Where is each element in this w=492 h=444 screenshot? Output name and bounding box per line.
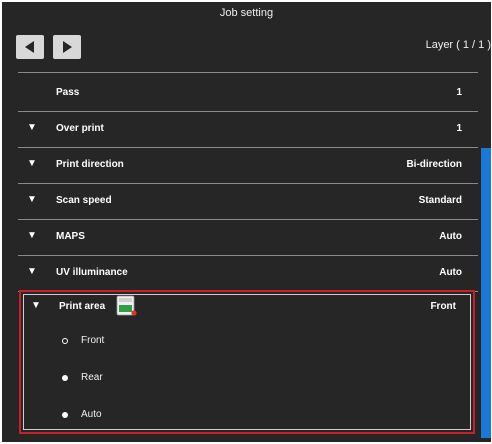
expand-triangle-icon: ▼ bbox=[27, 230, 37, 241]
setting-row-over-print[interactable]: ▼ Over print 1 bbox=[18, 111, 478, 148]
print-area-panel: ▼ Print area Front Front Rear Auto bbox=[23, 294, 471, 430]
setting-row-uv-illuminance[interactable]: ▼ UV illuminance Auto bbox=[18, 255, 478, 292]
option-label: Rear bbox=[81, 372, 103, 383]
option-label: Front bbox=[81, 335, 105, 346]
setting-label: Scan speed bbox=[56, 195, 112, 206]
expand-triangle-icon: ▼ bbox=[27, 266, 37, 277]
expand-triangle-icon: ▼ bbox=[27, 122, 37, 133]
right-arrow-icon bbox=[61, 40, 73, 54]
setting-row-maps[interactable]: ▼ MAPS Auto bbox=[18, 219, 478, 256]
radio-bullet-icon bbox=[62, 412, 68, 418]
setting-value: Auto bbox=[439, 267, 462, 278]
print-area-value: Front bbox=[430, 301, 456, 312]
setting-label: Pass bbox=[56, 87, 80, 98]
print-area-label: Print area bbox=[59, 301, 106, 312]
collapse-triangle-icon: ▼ bbox=[31, 300, 41, 311]
expand-triangle-icon: ▼ bbox=[27, 158, 37, 169]
setting-row-scan-speed[interactable]: ▼ Scan speed Standard bbox=[18, 183, 478, 220]
radio-selected-icon bbox=[62, 338, 68, 344]
radio-bullet-icon bbox=[62, 375, 68, 381]
setting-label: MAPS bbox=[56, 231, 85, 242]
setting-value: Auto bbox=[439, 231, 462, 242]
next-button[interactable] bbox=[53, 35, 81, 59]
setting-label: Print direction bbox=[56, 159, 124, 170]
setting-label: UV illuminance bbox=[56, 267, 128, 278]
setting-row-pass[interactable]: Pass 1 bbox=[18, 75, 478, 112]
previous-button[interactable] bbox=[16, 35, 44, 59]
option-label: Auto bbox=[81, 409, 102, 420]
expand-triangle-icon: ▼ bbox=[27, 194, 37, 205]
left-arrow-icon bbox=[24, 40, 36, 54]
layer-indicator: Layer ( 1 / 1 ) bbox=[425, 39, 491, 51]
job-setting-window: Job setting Layer ( 1 / 1 ) Pass 1 ▼ Ove… bbox=[2, 2, 491, 442]
setting-value: 1 bbox=[456, 123, 462, 134]
print-area-header[interactable]: ▼ Print area Front bbox=[24, 295, 470, 323]
setting-value: Bi-direction bbox=[406, 159, 462, 170]
setting-row-print-direction[interactable]: ▼ Print direction Bi-direction bbox=[18, 147, 478, 184]
print-area-icon bbox=[115, 295, 137, 317]
window-title: Job setting bbox=[219, 7, 274, 19]
print-area-section: ▼ Print area Front Front Rear Auto bbox=[19, 290, 475, 434]
scrollbar-thumb[interactable] bbox=[481, 148, 491, 438]
setting-value: Standard bbox=[418, 195, 462, 206]
setting-value: 1 bbox=[456, 87, 462, 98]
setting-label: Over print bbox=[56, 123, 104, 134]
